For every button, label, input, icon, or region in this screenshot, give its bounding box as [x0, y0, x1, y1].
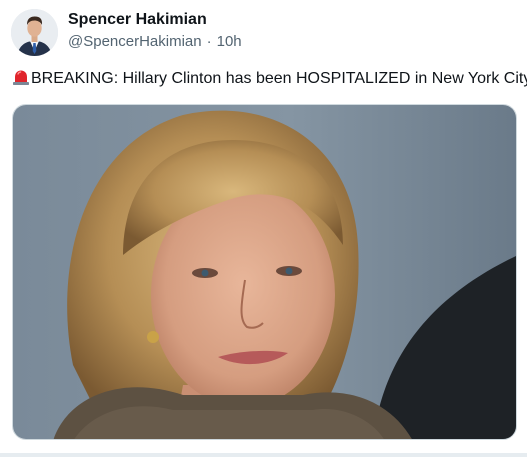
tweet-timestamp[interactable]: 10h	[217, 33, 242, 50]
tweet-text-content: BREAKING: Hillary Clinton has been HOSPI…	[31, 70, 527, 87]
author-handle[interactable]: @SpencerHakimian	[68, 33, 202, 50]
portrait-photo-image	[13, 105, 516, 439]
meta-separator: ·	[206, 33, 212, 50]
tweet-meta: @SpencerHakimian · 10h	[68, 33, 242, 50]
tweet-card: Spencer Hakimian @SpencerHakimian · 10h BR…	[0, 0, 527, 457]
tweet-photo[interactable]	[12, 104, 517, 440]
avatar-image	[11, 9, 58, 56]
police-siren-icon	[12, 69, 30, 85]
tweet-text: BREAKING: Hillary Clinton has been HOSPI…	[12, 69, 527, 89]
author-display-name[interactable]: Spencer Hakimian	[68, 11, 207, 29]
tweet-divider	[0, 453, 527, 457]
author-avatar[interactable]	[11, 9, 58, 56]
